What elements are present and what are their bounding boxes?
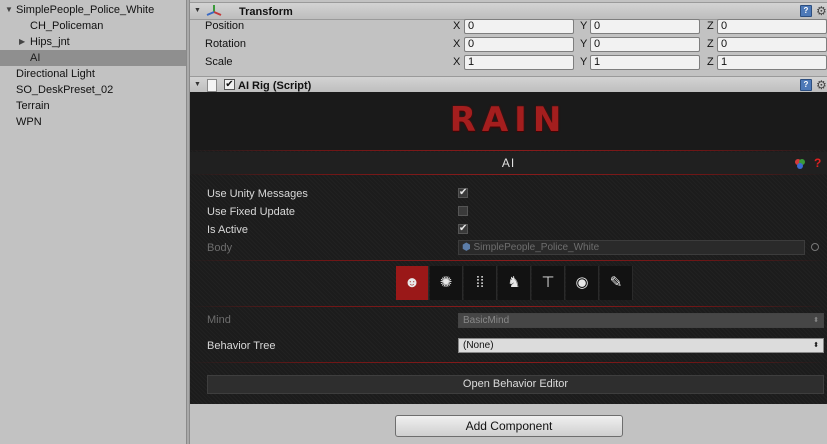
rotation-x-field[interactable]: 0 bbox=[464, 37, 574, 52]
ai-title-bar: AI ? bbox=[190, 152, 827, 174]
hierarchy-item-so-deskpreset-02[interactable]: SO_DeskPreset_02 bbox=[0, 82, 186, 98]
scale-label: Scale bbox=[205, 56, 233, 68]
body-label: Body bbox=[207, 242, 233, 254]
mind-label: Mind bbox=[207, 314, 231, 326]
divider bbox=[190, 174, 827, 175]
open-behavior-editor-button[interactable]: Open Behavior Editor bbox=[207, 375, 824, 394]
pencil-icon[interactable]: ✎ bbox=[600, 266, 633, 300]
hierarchy-item-ch-policeman[interactable]: CH_Policeman bbox=[0, 18, 186, 34]
hierarchy-item-ai[interactable]: AI bbox=[0, 50, 186, 66]
hierarchy-item-label: Directional Light bbox=[16, 68, 95, 80]
behavior-tree-dropdown[interactable]: (None) ⬍ bbox=[458, 338, 824, 353]
scale-x-field[interactable]: 1 bbox=[464, 55, 574, 70]
fold-arrow-icon[interactable]: ▼ bbox=[194, 7, 201, 14]
body-object-field[interactable]: ⬢ SimplePeople_Police_White bbox=[458, 240, 805, 255]
mind-value: BasicMind bbox=[463, 315, 510, 326]
ai-panel-title: AI bbox=[501, 156, 516, 170]
dropdown-arrow-icon: ⬍ bbox=[813, 317, 819, 324]
color-dots-icon[interactable] bbox=[794, 158, 806, 170]
rotation-row: Rotation X 0 Y 0 Z 0 bbox=[190, 36, 827, 54]
axis-x-label[interactable]: X bbox=[453, 38, 460, 50]
collapse-arrow-icon[interactable]: ▶ bbox=[19, 34, 25, 50]
help-icon[interactable]: ? bbox=[814, 156, 821, 170]
scale-row: Scale X 1 Y 1 Z 1 bbox=[190, 54, 827, 72]
eye-icon[interactable]: ◉ bbox=[566, 266, 599, 300]
axis-y-label[interactable]: Y bbox=[580, 20, 587, 32]
is-active-checkbox[interactable]: ✔ bbox=[458, 224, 468, 234]
gameobject-icon: ⬢ bbox=[462, 242, 471, 253]
use-unity-messages-label: Use Unity Messages bbox=[207, 188, 308, 200]
axis-z-label[interactable]: Z bbox=[707, 56, 714, 68]
rain-logo-band: RAIN bbox=[190, 92, 827, 150]
enabled-checkbox[interactable]: ✔ bbox=[224, 79, 235, 90]
hierarchy-item-directional-light[interactable]: Directional Light bbox=[0, 66, 186, 82]
mind-dropdown[interactable]: BasicMind ⬍ bbox=[458, 313, 824, 328]
behavior-tree-label: Behavior Tree bbox=[207, 340, 276, 352]
inspector-panel: ▼ Transform ? ⚙ Position X 0 Y 0 Z 0 Rot… bbox=[190, 0, 827, 444]
divider bbox=[190, 306, 827, 307]
use-fixed-update-label: Use Fixed Update bbox=[207, 206, 296, 218]
hierarchy-item-label: CH_Policeman bbox=[30, 20, 104, 32]
position-x-field[interactable]: 0 bbox=[464, 19, 574, 34]
dropdown-arrow-icon: ⬍ bbox=[813, 342, 819, 349]
behavior-tree-value: (None) bbox=[463, 340, 494, 351]
hierarchy-item-label: SO_DeskPreset_02 bbox=[16, 84, 114, 96]
position-z-field[interactable]: 0 bbox=[717, 19, 827, 34]
rain-panel: RAIN AI ? Use Unity Messages ✔ Use Fixed… bbox=[190, 92, 827, 404]
scale-z-field[interactable]: 1 bbox=[717, 55, 827, 70]
use-unity-messages-checkbox[interactable]: ✔ bbox=[458, 188, 468, 198]
transform-icon bbox=[206, 5, 222, 16]
axis-z-label[interactable]: Z bbox=[707, 38, 714, 50]
help-icon[interactable]: ? bbox=[800, 79, 812, 91]
is-active-label: Is Active bbox=[207, 224, 248, 236]
hierarchy-item-label: Hips_jnt bbox=[30, 36, 70, 48]
object-picker-icon[interactable] bbox=[811, 243, 819, 251]
expand-arrow-icon[interactable]: ▼ bbox=[5, 2, 13, 18]
rain-logo: RAIN bbox=[449, 100, 568, 140]
gear-icon[interactable]: ⚙ bbox=[816, 5, 827, 17]
body-value: SimplePeople_Police_White bbox=[473, 242, 600, 253]
position-label: Position bbox=[205, 20, 245, 32]
position-row: Position X 0 Y 0 Z 0 bbox=[190, 18, 827, 36]
rotation-label: Rotation bbox=[205, 38, 246, 50]
help-icon[interactable]: ? bbox=[800, 5, 812, 17]
gear-icon[interactable]: ⚙ bbox=[816, 79, 827, 91]
rotation-y-field[interactable]: 0 bbox=[590, 37, 700, 52]
use-fixed-update-checkbox[interactable] bbox=[458, 206, 468, 216]
position-y-field[interactable]: 0 bbox=[590, 19, 700, 34]
axis-x-label[interactable]: X bbox=[453, 56, 460, 68]
axis-z-label[interactable]: Z bbox=[707, 20, 714, 32]
axis-y-label[interactable]: Y bbox=[580, 38, 587, 50]
fold-arrow-icon[interactable]: ▼ bbox=[194, 81, 201, 88]
divider bbox=[190, 150, 827, 151]
head-icon[interactable]: ☻ bbox=[396, 266, 429, 300]
rotation-z-field[interactable]: 0 bbox=[717, 37, 827, 52]
hierarchy-item-simplepeople-police-white[interactable]: ▼ SimplePeople_Police_White bbox=[0, 2, 186, 18]
divider bbox=[190, 362, 827, 363]
footprints-icon[interactable]: ⁞⁞ bbox=[464, 266, 497, 300]
script-icon bbox=[207, 79, 217, 92]
hierarchy-item-wpn[interactable]: WPN bbox=[0, 114, 186, 130]
hierarchy-item-label: Terrain bbox=[16, 100, 50, 112]
hierarchy-item-terrain[interactable]: Terrain bbox=[0, 98, 186, 114]
runner-icon[interactable]: ♞ bbox=[498, 266, 531, 300]
hierarchy-item-label: SimplePeople_Police_White bbox=[16, 4, 155, 16]
rain-tab-bar: ☻ ✺ ⁞⁞ ♞ ⊤ ◉ ✎ bbox=[396, 266, 633, 300]
add-component-button[interactable]: Add Component bbox=[395, 415, 623, 437]
axis-x-label[interactable]: X bbox=[453, 20, 460, 32]
axis-y-label[interactable]: Y bbox=[580, 56, 587, 68]
scale-y-field[interactable]: 1 bbox=[590, 55, 700, 70]
divider bbox=[190, 260, 827, 261]
hierarchy-item-label: AI bbox=[30, 52, 41, 64]
skeleton-icon[interactable]: ⊤ bbox=[532, 266, 565, 300]
hierarchy-item-hips-jnt[interactable]: ▶ Hips_jnt bbox=[0, 34, 186, 50]
hierarchy-panel: ▼ SimplePeople_Police_White CH_Policeman… bbox=[0, 0, 186, 444]
lightbulb-icon[interactable]: ✺ bbox=[430, 266, 463, 300]
hierarchy-item-label: WPN bbox=[16, 116, 42, 128]
